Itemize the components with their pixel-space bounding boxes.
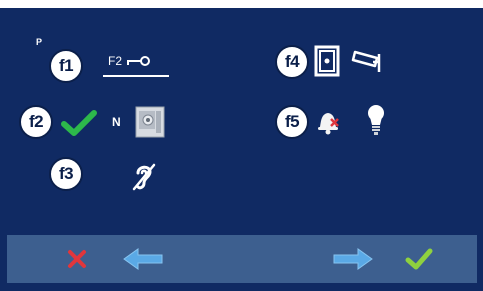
f1-function-label: F2 [108, 54, 151, 68]
hearing-loop-icon[interactable] [130, 161, 158, 193]
n-label: N [112, 115, 121, 129]
f4-button[interactable]: f4 [275, 45, 309, 79]
close-icon[interactable] [67, 249, 87, 269]
bottom-nav-bar [7, 235, 477, 283]
f3-button[interactable]: f3 [49, 157, 83, 191]
cctv-camera-icon[interactable] [351, 46, 385, 76]
check-icon[interactable] [61, 109, 97, 137]
f1-function-text: F2 [108, 54, 123, 68]
intercom-settings-screen: P f1 F2 f2 N f3 f4 f5 [0, 0, 483, 291]
camera-panel-icon[interactable] [135, 106, 165, 138]
f1-button[interactable]: f1 [49, 49, 83, 83]
door-icon[interactable] [314, 45, 340, 77]
key-icon [127, 56, 151, 66]
f5-button[interactable]: f5 [275, 105, 309, 139]
bell-muted-icon[interactable] [314, 106, 342, 136]
top-divider [0, 0, 483, 8]
confirm-check-icon[interactable] [405, 247, 433, 271]
f1-underline [103, 75, 169, 77]
p-label: P [36, 37, 43, 47]
arrow-left-icon[interactable] [122, 247, 164, 271]
arrow-right-icon[interactable] [332, 247, 374, 271]
light-bulb-icon[interactable] [366, 103, 386, 137]
f2-button[interactable]: f2 [19, 105, 53, 139]
